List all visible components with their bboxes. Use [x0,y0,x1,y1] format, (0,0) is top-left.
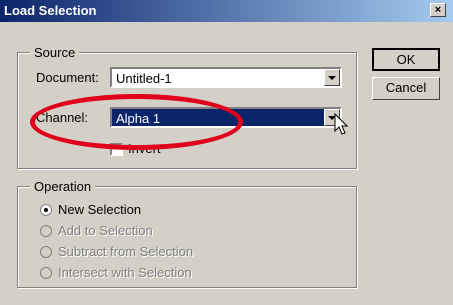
close-button[interactable]: × [430,3,446,17]
add-to-selection-label: Add to Selection [58,223,153,238]
chevron-down-icon [328,76,336,80]
highlight-ellipse [30,94,243,150]
radio-new-selection[interactable] [40,204,52,216]
document-label: Document: [36,70,99,85]
cancel-button[interactable]: Cancel [372,77,440,100]
radio-subtract-from-selection[interactable] [40,246,52,258]
operation-legend: Operation [30,179,96,194]
radio-add-to-selection[interactable] [40,225,52,237]
source-legend: Source [30,45,80,60]
radio-intersect-with-selection[interactable] [40,267,52,279]
title-bar: Load Selection × [0,0,453,22]
document-value: Untitled-1 [116,71,172,86]
intersect-with-selection-label: Intersect with Selection [58,265,192,280]
new-selection-label: New Selection [58,202,142,217]
subtract-from-selection-label: Subtract from Selection [58,244,194,259]
document-select[interactable]: Untitled-1 [110,67,342,88]
window-title: Load Selection [4,3,97,18]
document-dropdown-button[interactable] [324,69,340,86]
ok-button[interactable]: OK [372,48,440,71]
cursor-icon [334,113,349,135]
